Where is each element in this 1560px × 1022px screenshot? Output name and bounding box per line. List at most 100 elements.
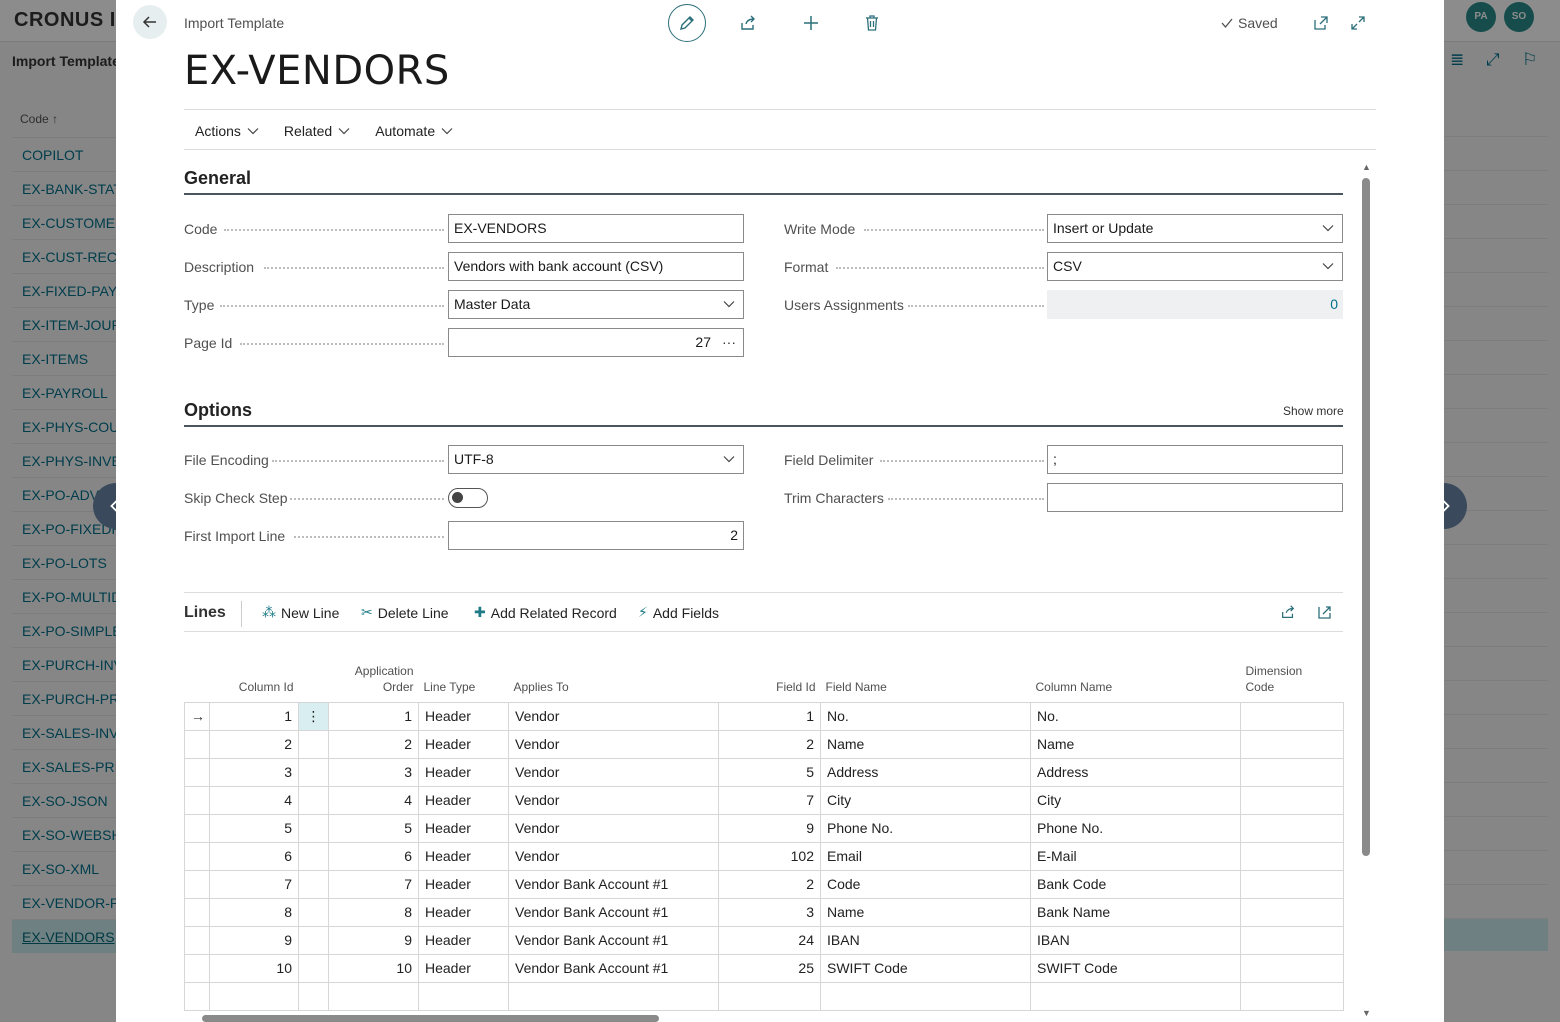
- dimension-code-header[interactable]: Dimension Code: [1241, 632, 1344, 702]
- column-id-cell[interactable]: 10: [209, 953, 299, 983]
- vertical-scrollbar[interactable]: [1362, 178, 1370, 856]
- column-name-cell[interactable]: Bank Name: [1030, 897, 1241, 927]
- column-id-cell[interactable]: 7: [209, 869, 299, 899]
- row-selector[interactable]: [184, 729, 210, 759]
- row-menu-icon[interactable]: ⋮: [298, 701, 329, 731]
- file-encoding-select[interactable]: UTF-8: [448, 445, 744, 474]
- column-id-cell[interactable]: 9: [209, 925, 299, 955]
- field-name-cell[interactable]: Address: [820, 757, 1031, 787]
- field-name-cell[interactable]: Name: [820, 897, 1031, 927]
- column-id-cell[interactable]: 6: [209, 841, 299, 871]
- column-name-cell[interactable]: Phone No.: [1030, 813, 1241, 843]
- field-name-cell[interactable]: City: [820, 785, 1031, 815]
- applies-to-cell[interactable]: Vendor: [508, 701, 719, 731]
- field-id-cell[interactable]: 2: [718, 869, 821, 899]
- empty-cell[interactable]: [209, 981, 299, 1011]
- add-fields-button[interactable]: ⚡ Add Fields: [638, 604, 719, 621]
- application-order-header[interactable]: Application Order: [329, 632, 419, 702]
- application-order-cell[interactable]: 9: [328, 925, 419, 955]
- empty-cell[interactable]: [820, 981, 1031, 1011]
- dimension-code-cell[interactable]: [1240, 701, 1344, 731]
- applies-to-cell[interactable]: Vendor Bank Account #1: [508, 869, 719, 899]
- field-id-cell[interactable]: 1: [718, 701, 821, 731]
- applies-to-cell[interactable]: Vendor Bank Account #1: [508, 925, 719, 955]
- menu-actions[interactable]: Actions: [195, 123, 259, 139]
- field-id-header[interactable]: Field Id: [719, 632, 821, 702]
- applies-to-cell[interactable]: Vendor: [508, 785, 719, 815]
- dimension-code-cell[interactable]: [1240, 757, 1344, 787]
- column-id-cell[interactable]: 8: [209, 897, 299, 927]
- empty-cell[interactable]: [184, 981, 210, 1011]
- column-id-header[interactable]: Column Id: [210, 632, 299, 702]
- table-row[interactable]: 8 8 Header Vendor Bank Account #1 3 Name Bank …: [184, 897, 1344, 927]
- field-name-cell[interactable]: No.: [820, 701, 1031, 731]
- add-related-record-button[interactable]: ✚ Add Related Record: [474, 604, 617, 621]
- row-selector[interactable]: [184, 869, 210, 899]
- delete-button[interactable]: [853, 4, 891, 42]
- applies-to-header[interactable]: Applies To: [509, 632, 719, 702]
- field-id-cell[interactable]: 25: [718, 953, 821, 983]
- row-actions-cell[interactable]: [298, 841, 329, 871]
- application-order-cell[interactable]: 5: [328, 813, 419, 843]
- column-name-cell[interactable]: Address: [1030, 757, 1241, 787]
- dimension-code-cell[interactable]: [1240, 813, 1344, 843]
- column-id-cell[interactable]: 5: [209, 813, 299, 843]
- column-name-cell[interactable]: IBAN: [1030, 925, 1241, 955]
- field-id-cell[interactable]: 24: [718, 925, 821, 955]
- description-field[interactable]: Vendors with bank account (CSV): [448, 252, 744, 281]
- field-id-cell[interactable]: 5: [718, 757, 821, 787]
- table-row[interactable]: 2 2 Header Vendor 2 Name Name: [184, 729, 1344, 759]
- dimension-code-cell[interactable]: [1240, 841, 1344, 871]
- table-row[interactable]: 7 7 Header Vendor Bank Account #1 2 Code Bank …: [184, 869, 1344, 899]
- column-id-cell[interactable]: 3: [209, 757, 299, 787]
- lines-section-title[interactable]: Lines: [184, 604, 226, 622]
- skip-check-step-toggle[interactable]: [448, 488, 488, 508]
- empty-cell[interactable]: [298, 981, 329, 1011]
- field-name-header[interactable]: Field Name: [821, 632, 1031, 702]
- new-line-button[interactable]: ⁂ New Line: [262, 604, 339, 621]
- table-row[interactable]: 4 4 Header Vendor 7 City City: [184, 785, 1344, 815]
- row-selector[interactable]: [184, 757, 210, 787]
- application-order-cell[interactable]: 6: [328, 841, 419, 871]
- application-order-cell[interactable]: 8: [328, 897, 419, 927]
- empty-cell[interactable]: [508, 981, 719, 1011]
- menu-automate[interactable]: Automate: [375, 123, 453, 139]
- lines-share-button[interactable]: [1269, 593, 1307, 631]
- trim-characters-field[interactable]: [1047, 483, 1343, 512]
- write-mode-select[interactable]: Insert or Update: [1047, 214, 1343, 243]
- empty-cell[interactable]: [1030, 981, 1241, 1011]
- field-name-cell[interactable]: SWIFT Code: [820, 953, 1031, 983]
- line-type-cell[interactable]: Header: [418, 925, 509, 955]
- empty-cell[interactable]: [328, 981, 419, 1011]
- dimension-code-cell[interactable]: [1240, 925, 1344, 955]
- row-actions-cell[interactable]: [298, 925, 329, 955]
- column-name-cell[interactable]: E-Mail: [1030, 841, 1241, 871]
- column-id-cell[interactable]: 1: [209, 701, 299, 731]
- field-name-cell[interactable]: Name: [820, 729, 1031, 759]
- users-assignments-field[interactable]: 0: [1047, 290, 1343, 319]
- field-name-cell[interactable]: Phone No.: [820, 813, 1031, 843]
- horizontal-scrollbar[interactable]: [202, 1015, 659, 1022]
- row-selector[interactable]: [184, 897, 210, 927]
- table-row[interactable]: 6 6 Header Vendor 102 Email E-Mail: [184, 841, 1344, 871]
- application-order-cell[interactable]: 2: [328, 729, 419, 759]
- empty-cell[interactable]: [1240, 981, 1344, 1011]
- column-name-cell[interactable]: No.: [1030, 701, 1241, 731]
- line-type-cell[interactable]: Header: [418, 953, 509, 983]
- applies-to-cell[interactable]: Vendor: [508, 841, 719, 871]
- current-row-arrow-icon[interactable]: →: [184, 701, 210, 731]
- field-id-cell[interactable]: 9: [718, 813, 821, 843]
- row-actions-cell[interactable]: [298, 897, 329, 927]
- line-type-cell[interactable]: Header: [418, 785, 509, 815]
- row-selector[interactable]: [184, 785, 210, 815]
- options-section-title[interactable]: Options: [184, 400, 252, 421]
- expand-button[interactable]: [1339, 4, 1377, 42]
- delete-line-button[interactable]: ✂ Delete Line: [361, 604, 449, 621]
- line-type-cell[interactable]: Header: [418, 813, 509, 843]
- field-id-cell[interactable]: 3: [718, 897, 821, 927]
- line-type-header[interactable]: Line Type: [419, 632, 509, 702]
- new-button[interactable]: [792, 4, 830, 42]
- format-select[interactable]: CSV: [1047, 252, 1343, 281]
- table-row[interactable]: 10 10 Header Vendor Bank Account #1 25 SWIFT …: [184, 953, 1344, 983]
- page-id-field[interactable]: 27 ···: [448, 328, 744, 357]
